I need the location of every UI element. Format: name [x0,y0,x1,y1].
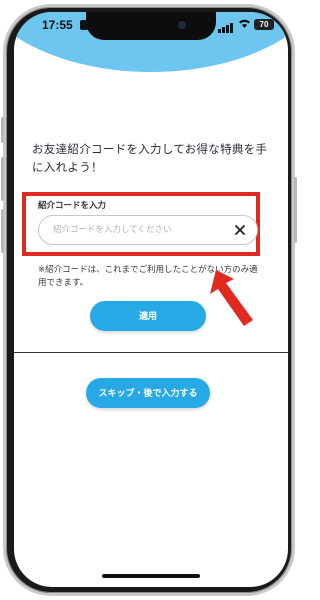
arrow-icon [210,270,253,326]
volume-up-button [1,157,4,201]
wifi-icon [238,18,251,32]
status-bar: 17:55 70 [14,18,288,36]
volume-down-button [1,209,4,253]
referral-code-field[interactable] [38,215,258,245]
mute-switch [1,117,4,143]
skip-button[interactable]: スキップ・後で入力する [86,378,210,408]
screen: 17:55 70 お友達紹介コードを入力してお得な特典を手に入れよう！ 紹介コー… [14,12,288,587]
instruction-text: お友達紹介コードを入力してお得な特典を手に入れよう！ [32,142,268,174]
referral-code-input[interactable] [53,222,223,238]
signal-icon [218,19,234,33]
referral-code-label: 紹介コードを入力 [38,201,107,211]
battery-icon: 70 [254,19,274,30]
home-indicator [102,574,200,578]
notification-icon [80,20,88,30]
apply-button[interactable]: 適用 [90,301,206,331]
power-button [294,177,297,243]
divider [14,352,288,353]
close-icon[interactable] [233,223,247,237]
status-time: 17:55 [42,18,73,32]
